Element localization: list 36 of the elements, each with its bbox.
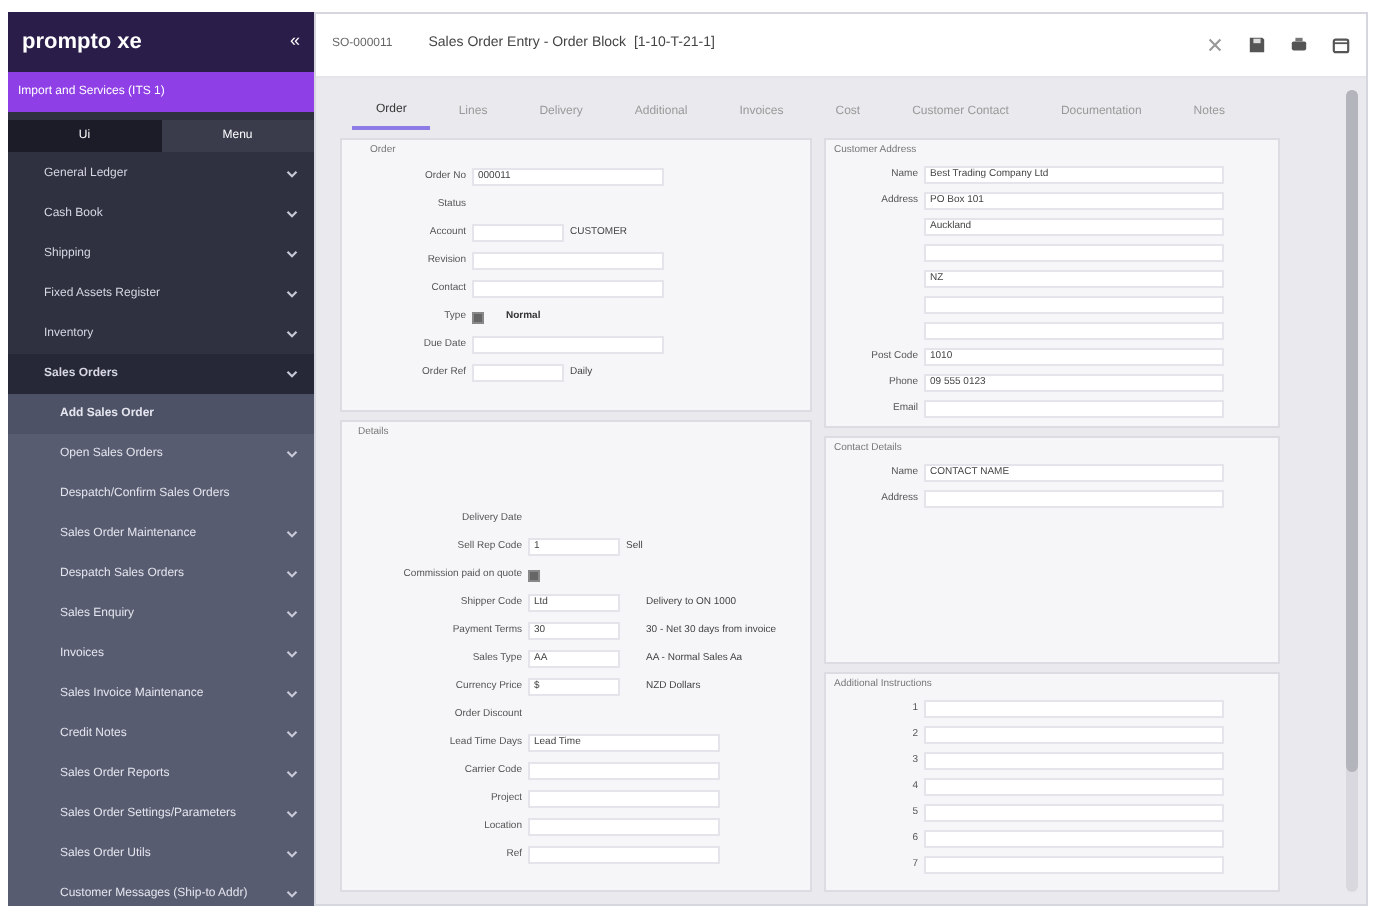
- close-icon[interactable]: [1206, 36, 1224, 54]
- chevron-icon: [286, 168, 298, 180]
- input-field[interactable]: [528, 762, 720, 780]
- input-field[interactable]: [528, 790, 720, 808]
- checkbox[interactable]: [528, 569, 540, 581]
- scrollbar[interactable]: [1346, 90, 1358, 892]
- input-field[interactable]: [472, 336, 664, 354]
- calendar-icon[interactable]: [1332, 36, 1350, 54]
- input-field[interactable]: [924, 400, 1224, 418]
- chevron-icon: [286, 328, 298, 340]
- input-field[interactable]: [924, 804, 1224, 822]
- input-field[interactable]: [924, 752, 1224, 770]
- chevron-icon: [286, 288, 298, 300]
- input-field[interactable]: [924, 778, 1224, 796]
- app-logo: prompto xe: [22, 27, 142, 58]
- input-field[interactable]: [472, 280, 664, 298]
- save-icon[interactable]: [1248, 36, 1266, 54]
- input-field[interactable]: [924, 830, 1224, 848]
- chevron-icon: [286, 368, 298, 380]
- input-field[interactable]: [528, 846, 720, 864]
- checkbox[interactable]: [472, 311, 484, 323]
- input-field[interactable]: [924, 490, 1224, 508]
- input-field[interactable]: [924, 322, 1224, 340]
- input-field[interactable]: [472, 364, 564, 382]
- input-field[interactable]: [472, 224, 564, 242]
- input-field[interactable]: [924, 856, 1224, 874]
- chevron-icon: [286, 208, 298, 220]
- input-field[interactable]: [924, 726, 1224, 744]
- input-field[interactable]: [924, 244, 1224, 262]
- input-field[interactable]: [924, 296, 1224, 314]
- input-field[interactable]: [472, 252, 664, 270]
- input-field[interactable]: [528, 818, 720, 836]
- print-icon[interactable]: [1290, 36, 1308, 54]
- collapse-button[interactable]: «: [289, 28, 300, 56]
- chevron-icon: [286, 248, 298, 260]
- input-field[interactable]: [924, 700, 1224, 718]
